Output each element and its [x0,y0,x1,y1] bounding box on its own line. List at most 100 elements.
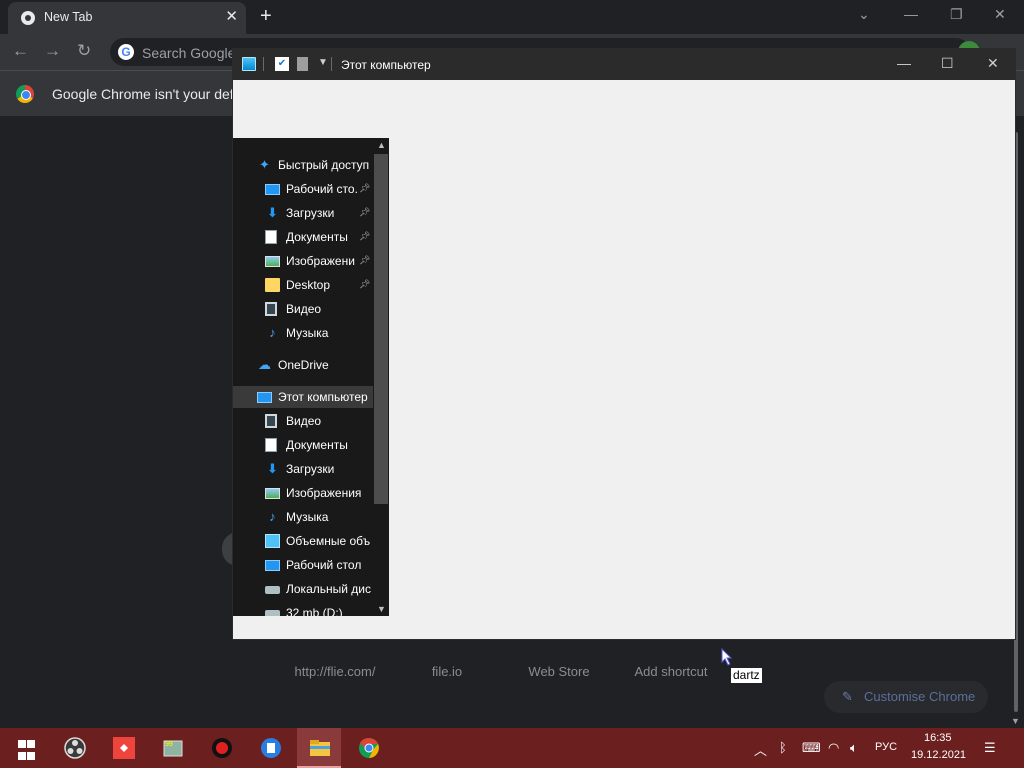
nav-item[interactable]: ⬇ Загрузки [233,458,373,480]
nav-item-label: Загрузки [286,206,335,220]
language-indicator[interactable]: РУС [875,741,897,753]
new-folder-icon[interactable] [297,57,308,71]
start-button[interactable] [2,728,46,768]
taskbar-app[interactable] [248,728,292,768]
scroll-up-icon[interactable]: ▲ [377,140,386,150]
nav-item[interactable]: Desktop 📌︎ [233,274,373,296]
clock-date[interactable]: 19.12.2021 [911,749,966,761]
chrome-tab-strip: New Tab ✕ + ⌄ — ❐ ✕ [0,0,1024,34]
explorer-title: Этот компьютер [341,58,431,72]
taskbar-chrome[interactable] [346,728,390,768]
explorer-maximize-icon[interactable]: ☐ [941,55,954,72]
pin-icon: 📌︎ [359,279,371,289]
nav-item[interactable]: ☁ OneDrive [233,354,373,376]
pictures-icon [265,256,280,267]
clock-time[interactable]: 16:35 [924,732,952,744]
scroll-down-icon[interactable]: ▼ [377,604,386,614]
nav-item[interactable]: 32 mb (D:) [233,602,373,616]
google-icon: G [118,44,134,60]
nav-scrollbar[interactable]: ▲ ▼ [373,138,389,616]
nav-item[interactable]: Объемные объ [233,530,373,552]
desktop-icon [265,560,280,571]
desktop-icon [265,184,280,195]
nav-item-label: Локальный дис [286,582,371,596]
add-shortcut-label[interactable]: Add shortcut [616,664,726,679]
customise-chrome-button[interactable]: ✎ Customise Chrome [824,681,988,713]
windows-taskbar: 99 ︿ ᛒ ⌨ ◠ 🔈︎ РУС 16:35 19.12.2021 ☰ [0,728,1024,768]
restore-icon[interactable]: ❐ [950,6,963,23]
nav-item[interactable]: ♪ Музыка [233,506,373,528]
explorer-minimize-icon[interactable]: — [897,55,911,71]
nav-item-label: Музыка [286,510,329,524]
nav-item-label: Видео [286,414,322,428]
separator [331,57,332,71]
pin-icon: 📌︎ [359,183,371,193]
computer-icon [257,392,272,403]
documents-icon [265,230,277,244]
nav-item-label: 32 mb (D:) [286,606,343,616]
taskbar-notepad[interactable]: 99 [150,728,194,768]
video-icon [265,414,277,428]
nav-item[interactable]: Рабочий стол [233,554,373,576]
notifications-icon[interactable]: ☰ [984,740,996,756]
music-icon: ♪ [269,509,276,524]
shortcut-label[interactable]: Web Store [504,664,614,679]
taskbar-obs[interactable] [52,728,96,768]
nav-item-label: Desktop [286,278,331,292]
nav-item[interactable]: Этот компьютер [233,386,373,408]
nav-item[interactable]: Локальный дис [233,578,373,600]
nav-item[interactable]: ♪ Музыка [233,322,373,344]
music-icon: ♪ [269,325,276,340]
back-icon[interactable]: ← [12,41,29,61]
volume-mute-icon[interactable]: 🔈︎ [850,740,858,756]
nav-item[interactable]: Изображени 📌︎ [233,250,373,272]
taskbar-anydesk[interactable] [101,728,145,768]
shortcut-label[interactable]: file.io [392,664,502,679]
tab-search-icon[interactable]: ⌄ [858,6,870,23]
new-tab-button[interactable]: + [260,6,272,26]
pictures-icon [265,488,280,499]
nav-item-label: Рабочий сто. [286,182,358,196]
nav-item[interactable]: ⬇ Загрузки 📌︎ [233,202,373,224]
nav-item[interactable]: Документы 📌︎ [233,226,373,248]
nav-item[interactable]: Документы [233,434,373,456]
nav-item[interactable]: ✦ Быстрый доступ [233,154,373,176]
pin-icon: 📌︎ [359,255,371,265]
properties-icon[interactable]: ✔ [275,57,289,71]
forward-icon[interactable]: → [44,41,61,61]
nav-scrollbar-thumb[interactable] [374,154,388,504]
record-icon [212,738,232,758]
star-icon: ✦ [259,157,270,172]
shortcut-label[interactable]: http://flie.com/ [280,664,390,679]
this-pc-icon [242,57,256,71]
customize-toolbar-icon[interactable]: ▼ [318,57,328,68]
taskbar-file-explorer[interactable] [297,728,341,768]
nav-item[interactable]: Рабочий сто. 📌︎ [233,178,373,200]
nav-item-label: Загрузки [286,462,335,476]
app-icon [261,738,281,758]
scroll-down-icon[interactable]: ▼ [1011,716,1020,726]
nav-item-label: Быстрый доступ [278,158,370,172]
bluetooth-icon[interactable]: ᛒ [779,740,787,755]
pin-icon: 📌︎ [359,207,371,217]
reload-icon[interactable]: ↻ [77,41,91,61]
nav-item-label: Музыка [286,326,329,340]
nav-item[interactable]: Видео [233,298,373,320]
explorer-close-icon[interactable]: ✕ [987,55,999,72]
downloads-icon: ⬇ [267,461,278,476]
drive-icon [265,610,280,616]
tab-close-icon[interactable]: ✕ [225,8,238,26]
nav-item[interactable]: Изображения [233,482,373,504]
explorer-titlebar[interactable]: ✔ ▼ Этот компьютер — ☐ ✕ [233,49,1015,80]
wifi-icon[interactable]: ◠ [828,740,839,756]
nav-item-label: Изображения [286,486,362,500]
close-icon[interactable]: ✕ [994,6,1006,23]
svg-text:99: 99 [165,741,173,748]
nav-item-label: Документы [286,230,348,244]
minimize-icon[interactable]: — [904,6,918,22]
taskbar-recorder[interactable] [199,728,243,768]
tab-new-tab[interactable]: New Tab ✕ [8,2,246,34]
show-hidden-icons-icon[interactable]: ︿ [754,740,767,759]
nav-item[interactable]: Видео [233,410,373,432]
input-method-icon[interactable]: ⌨ [802,740,821,756]
